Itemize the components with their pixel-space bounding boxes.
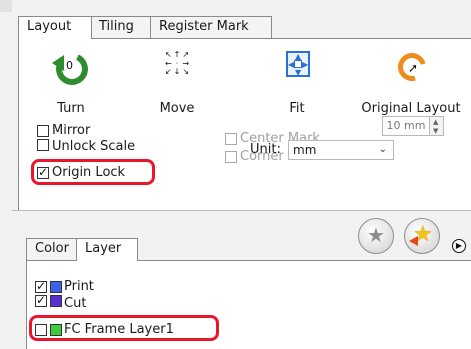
chevron-down-icon[interactable]: ▼ [433, 127, 438, 135]
tab-layout[interactable]: Layout [18, 16, 92, 39]
arrow-left-icon [409, 236, 418, 246]
tab-color[interactable]: Color [26, 238, 78, 260]
layout-panel: Layout Tiling Register Mark 0 Turn ↖↑↗ [12, 0, 471, 210]
layer-print-checkbox[interactable] [35, 279, 47, 293]
origin-lock-highlight [31, 159, 155, 185]
original-layout-label: Original Layout [361, 101, 461, 116]
favorite-add-button[interactable]: ★ [404, 218, 440, 254]
unlock-scale-checkbox[interactable] [37, 139, 49, 151]
mirror-label: Mirror [52, 123, 91, 138]
panel-divider [12, 210, 471, 211]
turn-button[interactable]: 0 Turn [23, 48, 119, 116]
layer-cut-checkbox[interactable] [35, 295, 47, 307]
layer-print-swatch [50, 280, 62, 293]
tab-register-mark[interactable]: Register Mark [150, 16, 272, 38]
layer-row-print[interactable]: Print [35, 279, 94, 294]
mark-size-stepper[interactable]: ▲ ▼ [430, 116, 444, 136]
move-arrows-icon: ↖ ↑ ↗ ← · → ↙ ↓ ↘ [164, 50, 190, 77]
fit-button[interactable]: ▲ ▼ ◀ ▶ Fit [249, 49, 345, 116]
corner-mark-checkbox[interactable] [225, 150, 237, 163]
turn-angle-badge: 0 [66, 59, 73, 72]
corner-strip [0, 0, 12, 12]
layer-cut-name: Cut [64, 296, 87, 307]
unit-select[interactable]: mm ⌄ [288, 140, 394, 160]
turn-icon: 0 [51, 48, 93, 90]
layer-cut-swatch [50, 295, 62, 307]
tab-tiling[interactable]: Tiling [90, 16, 152, 38]
mirror-checkbox-row[interactable]: Mirror [37, 123, 90, 138]
fit-icon: ▲ ▼ ◀ ▶ [286, 51, 310, 77]
window: Layout Tiling Register Mark 0 Turn ↖↑↗ [0, 0, 471, 349]
mark-size-spinner[interactable]: 10 mm ▲ ▼ [382, 116, 446, 136]
unit-value: mm [293, 143, 317, 157]
move-label: Move [159, 101, 195, 116]
favorite-gray-button[interactable]: ★ [358, 218, 394, 254]
unlock-scale-label: Unlock Scale [52, 139, 136, 151]
layer-row-cut[interactable]: Cut [35, 295, 86, 307]
layer-list: Print Cut FC Frame Layer1 [26, 260, 471, 349]
move-button[interactable]: ↖ ↑ ↗ ← · → ↙ ↓ ↘ Move [129, 49, 225, 116]
unit-label: Unit: [250, 142, 281, 157]
star-gray-icon: ★ [367, 223, 385, 247]
turn-label: Turn [57, 101, 85, 116]
center-mark-checkbox[interactable] [225, 132, 237, 145]
tab-layer[interactable]: Layer [76, 238, 138, 261]
original-layout-button[interactable]: ➚ Original Layout [355, 47, 467, 116]
unlock-scale-checkbox-row[interactable]: Unlock Scale [37, 139, 135, 151]
chevron-down-icon: ⌄ [378, 144, 387, 155]
layer-print-name: Print [64, 279, 94, 294]
play-more-icon[interactable]: ▶ [452, 239, 466, 253]
mirror-checkbox[interactable] [37, 124, 49, 137]
original-layout-icon: ➚ [392, 47, 432, 87]
chevron-up-icon[interactable]: ▲ [433, 118, 438, 126]
fc-frame-highlight [29, 315, 219, 341]
fit-label: Fit [289, 101, 305, 116]
mark-size-input[interactable]: 10 mm [382, 116, 430, 136]
